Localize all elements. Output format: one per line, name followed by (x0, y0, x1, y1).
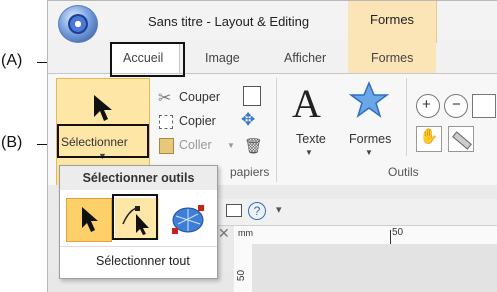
cursor-arrow-icon (94, 95, 112, 121)
delete-icon[interactable]: 🗑 (244, 137, 263, 155)
arrange-icon[interactable]: ✥ (241, 110, 255, 130)
select-lasso-tool[interactable] (164, 198, 208, 240)
context-tab-label: Formes (370, 12, 415, 27)
callout-a-box (110, 42, 185, 77)
star-shape-icon (349, 81, 389, 118)
select-arrow-icon (82, 207, 98, 232)
app-logo-icon[interactable] (58, 5, 98, 43)
zoom-in-icon[interactable]: + (416, 94, 440, 118)
group-separator (406, 78, 407, 156)
select-all-menu-item[interactable]: Sélectionner tout (60, 250, 217, 274)
chevron-down-icon: ▼ (305, 148, 313, 157)
vertical-ruler: 50 (234, 244, 253, 292)
copy-label: Copier (179, 114, 216, 128)
copy-button[interactable]: Copier (158, 112, 238, 132)
ruler-unit: mm (238, 228, 253, 238)
chevron-down-icon: ▼ (365, 148, 373, 157)
text-button[interactable]: A Texte ▼ (284, 80, 334, 164)
close-icon[interactable]: ✕ (218, 225, 230, 242)
cut-label: Couper (179, 90, 220, 104)
tab-formes[interactable]: Formes (348, 43, 436, 73)
text-button-label: Texte (296, 132, 326, 146)
callout-b-box (57, 124, 149, 158)
zoom-fit-icon[interactable] (472, 94, 496, 118)
callout-tool-box (112, 194, 158, 240)
select-lasso-icon (172, 205, 204, 234)
tab-image[interactable]: Image (205, 51, 240, 65)
horizontal-ruler: mm 50 (234, 226, 497, 245)
callout-a: (A) (1, 52, 23, 69)
clipboard-icon (159, 138, 174, 154)
zoom-out-icon[interactable]: − (444, 94, 468, 118)
text-a-icon: A (292, 81, 321, 126)
group-separator (276, 78, 277, 182)
help-icon[interactable]: ? (248, 202, 266, 220)
shapes-button-label: Formes (349, 132, 392, 146)
context-tab-header: Formes (348, 1, 437, 43)
vertical-ruler-mark: 50 (236, 269, 248, 282)
copy-icon (159, 115, 173, 129)
select-all-label: Sélectionner tout (96, 254, 190, 268)
dropdown-header: Sélectionner outils (60, 166, 217, 190)
cut-button[interactable]: ✂ Couper (158, 88, 238, 108)
shapes-button[interactable]: Formes ▼ (343, 80, 397, 164)
paste-special-icon[interactable] (243, 86, 261, 106)
clipboard-group-label: papiers (230, 165, 270, 179)
paste-button[interactable]: Coller ▼ (158, 136, 238, 156)
scissors-icon: ✂ (158, 90, 172, 107)
view-icon[interactable] (226, 204, 242, 217)
customize-icon[interactable]: ▾ (276, 203, 282, 216)
select-arrow-tool[interactable] (66, 198, 112, 242)
chevron-down-icon: ▼ (227, 141, 235, 150)
quick-access-bar: ? ▾ (188, 199, 497, 226)
tab-afficher[interactable]: Afficher (284, 51, 326, 65)
pan-hand-icon[interactable]: ✋ (416, 126, 442, 152)
dropdown-header-label: Sélectionner outils (82, 171, 195, 185)
ruler-mark-50: 50 (392, 227, 404, 238)
window-title: Sans titre - Layout & Editing (148, 14, 310, 29)
callout-b: (B) (1, 134, 23, 151)
design-canvas[interactable] (252, 244, 497, 292)
tools-group-label: Outils (388, 165, 419, 179)
measure-icon[interactable] (448, 126, 474, 152)
paste-label: Coller (179, 138, 212, 152)
